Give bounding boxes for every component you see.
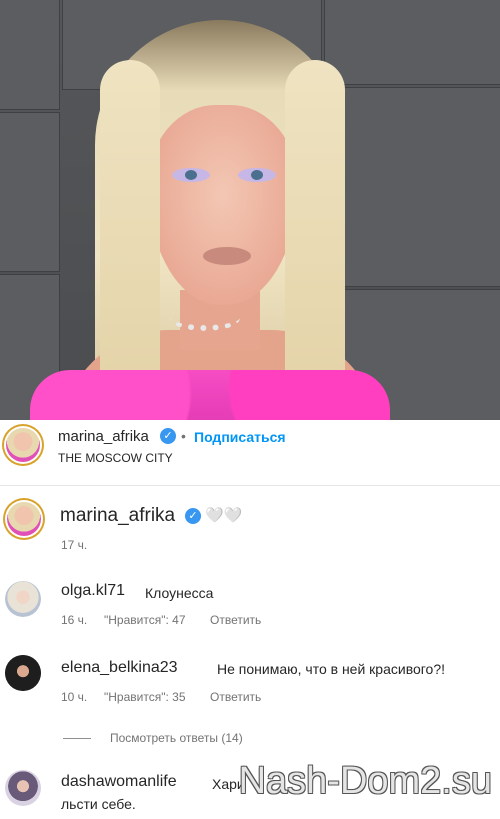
reply-button[interactable]: Ответить [210,613,261,627]
comment-time[interactable]: 10 ч. [61,690,87,704]
comment-text-continued: льсти себе. [61,796,136,812]
caption-text: 🤍🤍 [205,507,243,524]
necklace [170,305,240,331]
reply-button[interactable]: Ответить [210,690,261,704]
separator-dot: • [181,428,186,444]
author-username[interactable]: marina_afrika [58,428,149,445]
eye [238,168,276,182]
author-avatar[interactable] [6,428,40,462]
commenter-avatar[interactable] [5,581,41,617]
comment-username[interactable]: olga.kl71 [61,582,125,600]
commenter-avatar[interactable] [5,655,41,691]
hair-strand [285,60,345,400]
watermark: Nash-Dom2.su [238,760,492,802]
verified-badge-icon: ✓ [185,508,201,524]
post-location[interactable]: THE MOSCOW CITY [58,451,173,465]
lips [203,247,251,265]
replies-line [63,738,91,739]
comment-likes[interactable]: "Нравится": 47 [104,613,186,627]
wall-tile [324,87,500,287]
divider [0,485,500,486]
commenter-avatar[interactable] [5,770,41,806]
follow-button[interactable]: Подписаться [194,429,286,445]
comment-time[interactable]: 16 ч. [61,613,87,627]
comment-username[interactable]: dashawomanlife [61,773,177,791]
view-replies-button[interactable]: Посмотреть ответы (14) [110,731,243,745]
comment-username[interactable]: elena_belkina23 [61,659,178,677]
wall-tile [324,0,500,85]
post-photo[interactable] [0,0,500,420]
wall-tile [0,112,60,272]
eye [172,168,210,182]
caption-avatar[interactable] [7,502,41,536]
caption-time[interactable]: 17 ч. [61,538,87,552]
pink-fur-top [30,370,390,420]
comment-text: Не понимаю, что в ней красивого?! [217,661,446,677]
verified-badge-icon: ✓ [160,428,176,444]
comment-likes[interactable]: "Нравится": 35 [104,690,186,704]
wall-tile [0,0,60,110]
hair-strand [100,60,160,400]
comment-text: Клоунесса [145,585,214,601]
caption-username[interactable]: marina_afrika [60,505,175,527]
